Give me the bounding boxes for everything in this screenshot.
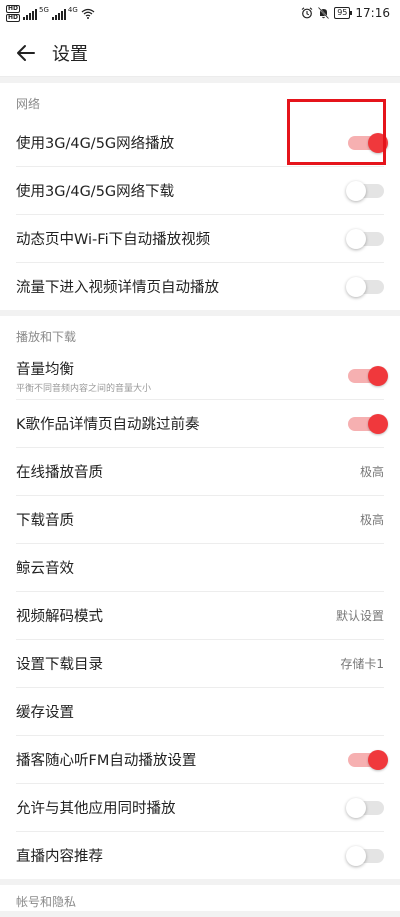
setting-row[interactable]: 鲸云音效: [16, 544, 384, 592]
section-account-privacy: 帐号和隐私: [0, 885, 400, 911]
setting-row[interactable]: 设置下载目录 存储卡1: [16, 640, 384, 688]
setting-label: 使用3G/4G/5G网络下载: [16, 184, 175, 200]
setting-row[interactable]: 使用3G/4G/5G网络播放: [16, 119, 388, 167]
status-right: 95 17:16: [301, 6, 390, 20]
section-header: 帐号和隐私: [16, 895, 77, 909]
setting-row[interactable]: 在线播放音质 极高: [16, 448, 384, 496]
toggle-switch-off[interactable]: [346, 228, 384, 249]
setting-label: 缓存设置: [16, 705, 74, 721]
setting-row[interactable]: 允许与其他应用同时播放: [16, 784, 384, 832]
toggle-switch-on[interactable]: [348, 365, 388, 386]
section-network: 网络 使用3G/4G/5G网络播放 使用3G/4G/5G网络下载 动态页中Wi-…: [0, 83, 400, 310]
network-type-1: 5G: [39, 5, 49, 14]
setting-row[interactable]: 缓存设置: [16, 688, 384, 736]
setting-label: 鲸云音效: [16, 561, 74, 577]
arrow-left-icon: [17, 45, 35, 61]
status-left: HD HD 5G 4G: [6, 5, 95, 22]
status-bar: HD HD 5G 4G 95 17:16: [0, 0, 400, 30]
setting-label: 允许与其他应用同时播放: [16, 801, 176, 817]
toggle-switch-on[interactable]: [348, 749, 388, 770]
setting-row[interactable]: 音量均衡 平衡不同音频内容之间的音量大小: [16, 352, 388, 400]
setting-value: 极高: [359, 513, 384, 527]
network-type-2: 4G: [67, 5, 78, 14]
app-header: 设置: [0, 30, 400, 77]
setting-row[interactable]: 流量下进入视频详情页自动播放: [16, 263, 384, 310]
setting-label: 直播内容推荐: [16, 849, 103, 865]
setting-value: 极高: [359, 465, 384, 479]
toggle-switch-off[interactable]: [346, 797, 384, 818]
setting-label: 设置下载目录: [16, 657, 103, 673]
setting-label: 音量均衡: [16, 361, 74, 378]
setting-label: 使用3G/4G/5G网络播放: [16, 136, 175, 152]
setting-row[interactable]: 播客随心听FM自动播放设置: [16, 736, 388, 784]
setting-label: 在线播放音质: [16, 465, 103, 481]
toggle-switch-off[interactable]: [346, 845, 384, 866]
signal-icon-1: [23, 8, 38, 20]
signal-icon-2: [51, 8, 66, 20]
section-header: 播放和下载: [16, 330, 77, 344]
mute-icon: [318, 7, 330, 19]
setting-label: 下载音质: [16, 513, 74, 529]
setting-row[interactable]: 下载音质 极高: [16, 496, 384, 544]
alarm-icon: [301, 7, 313, 19]
toggle-switch-on[interactable]: [348, 413, 388, 434]
toggle-switch-off[interactable]: [346, 180, 384, 201]
setting-description: 平衡不同音频内容之间的音量大小: [16, 383, 152, 394]
setting-value: 存储卡1: [340, 657, 384, 671]
setting-value: 默认设置: [335, 609, 384, 623]
toggle-switch-on[interactable]: [348, 132, 388, 153]
setting-row[interactable]: 使用3G/4G/5G网络下载: [16, 167, 384, 215]
page-title: 设置: [52, 44, 88, 65]
back-button[interactable]: [0, 44, 52, 62]
setting-row[interactable]: K歌作品详情页自动跳过前奏: [16, 400, 388, 448]
setting-label: K歌作品详情页自动跳过前奏: [16, 417, 200, 433]
setting-row[interactable]: 动态页中Wi-Fi下自动播放视频: [16, 215, 384, 263]
wifi-icon: [81, 8, 95, 19]
section-header: 网络: [16, 97, 41, 111]
hd-icon: HD HD: [6, 5, 21, 22]
setting-label: 动态页中Wi-Fi下自动播放视频: [16, 232, 211, 248]
setting-label: 流量下进入视频详情页自动播放: [16, 280, 219, 296]
status-time: 17:16: [355, 6, 390, 20]
battery-icon: 95: [334, 7, 353, 19]
section-playback-download: 播放和下载 音量均衡 平衡不同音频内容之间的音量大小 K歌作品详情页自动跳过前奏…: [0, 316, 400, 879]
setting-label: 播客随心听FM自动播放设置: [16, 753, 197, 769]
toggle-switch-off[interactable]: [346, 276, 384, 297]
setting-label: 视频解码模式: [16, 609, 103, 625]
setting-row[interactable]: 视频解码模式 默认设置: [16, 592, 384, 640]
setting-row[interactable]: 直播内容推荐: [16, 832, 384, 879]
